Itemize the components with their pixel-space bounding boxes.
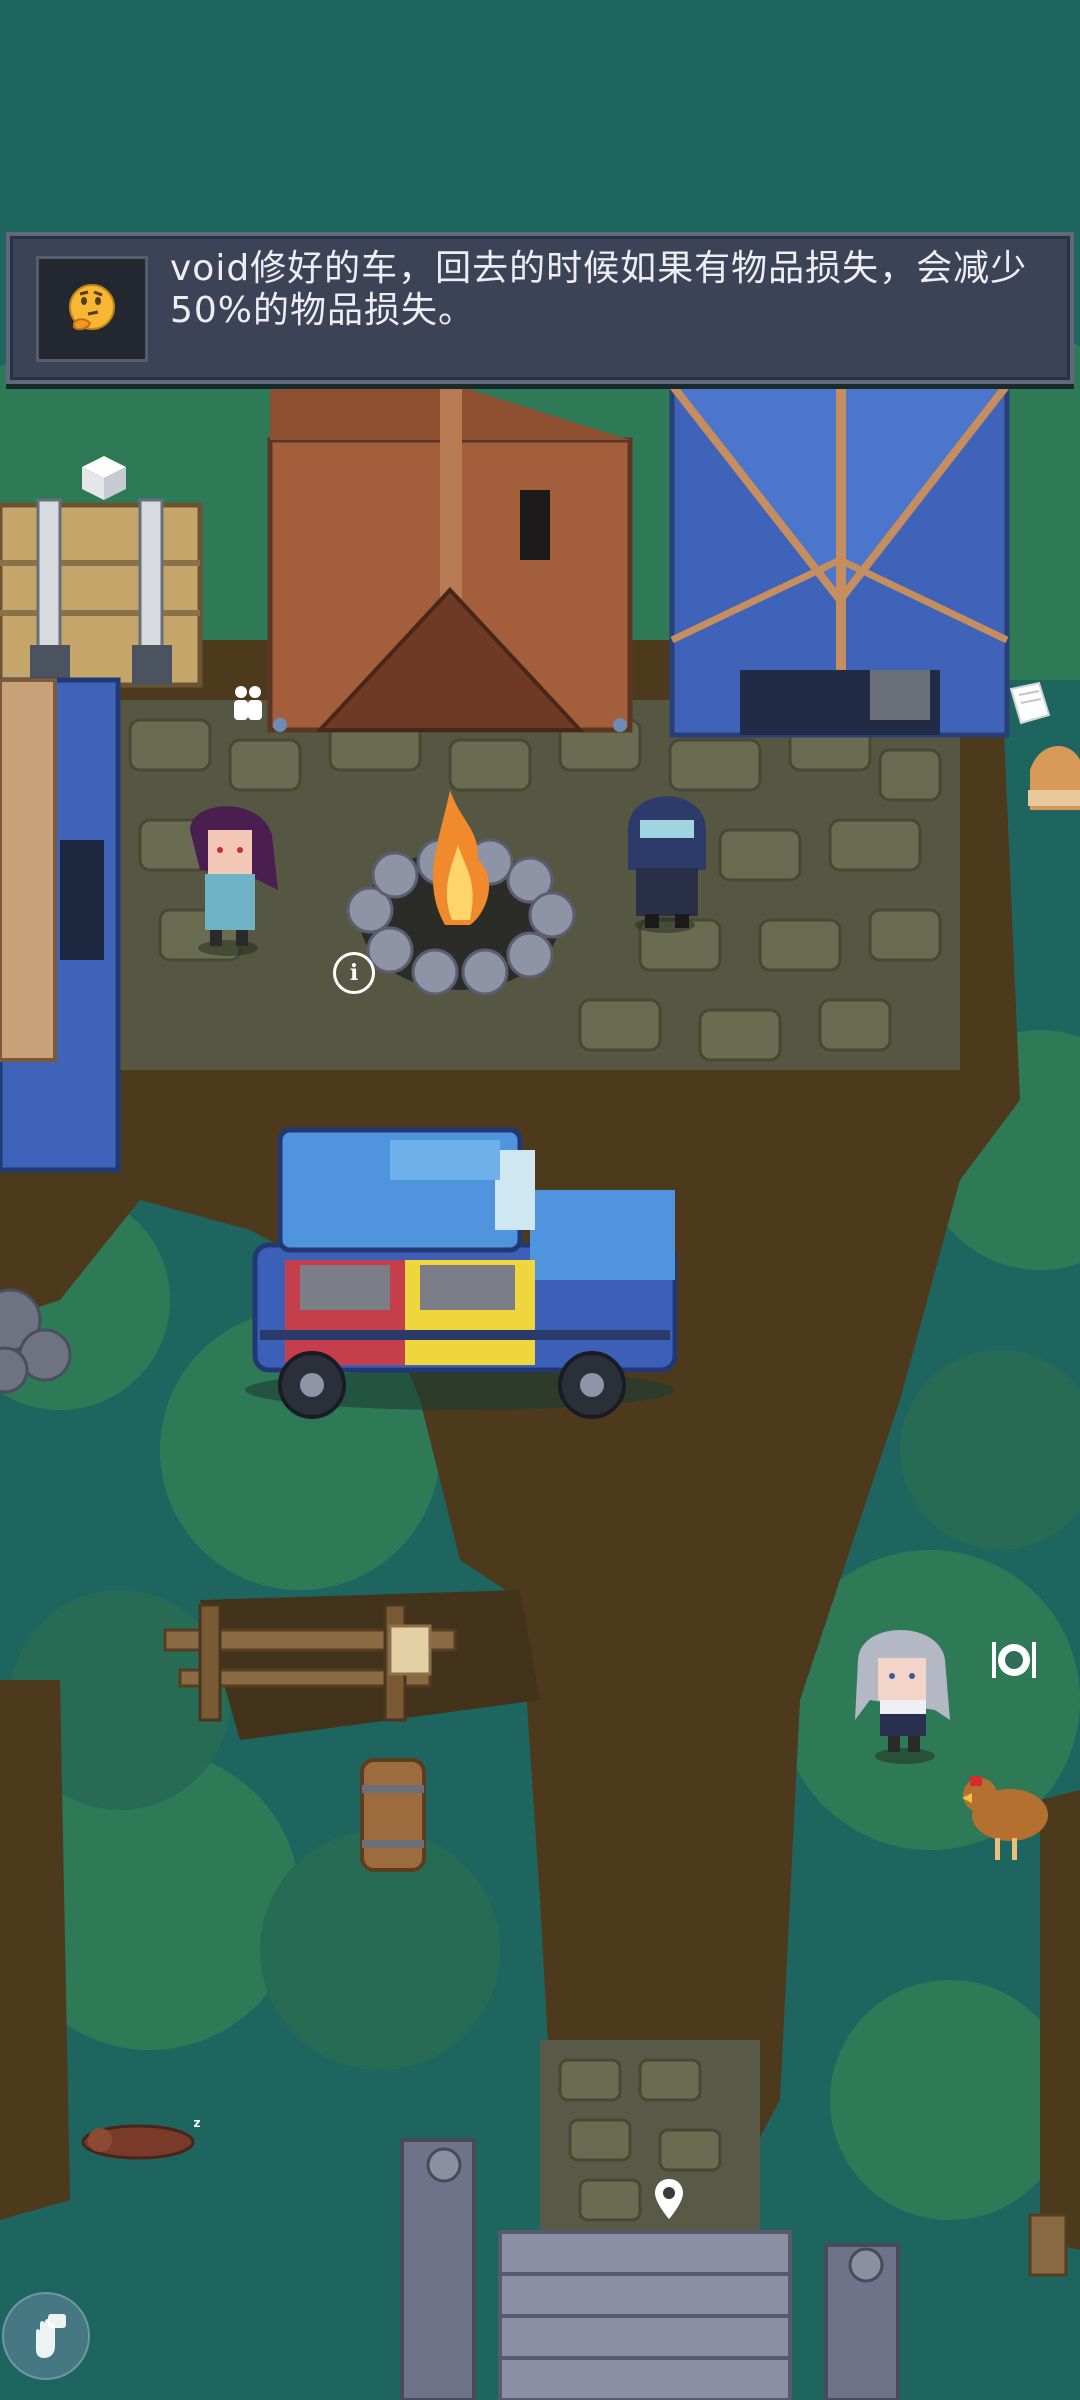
storage-cube-glyph bbox=[82, 456, 126, 500]
map-pin-icon[interactable] bbox=[652, 2176, 686, 2222]
sleep-icon: z bbox=[190, 2116, 204, 2130]
barrel bbox=[360, 1758, 426, 1872]
stone-stairs bbox=[498, 2230, 792, 2400]
gesture-lock-button[interactable] bbox=[2, 2292, 90, 2380]
thinking-face-icon bbox=[36, 256, 148, 362]
npc-people-icon[interactable] bbox=[228, 682, 268, 726]
gesture-lock-icon bbox=[36, 2314, 66, 2358]
plate-glyph bbox=[992, 1642, 1036, 1678]
book-glyph bbox=[1009, 681, 1051, 725]
game-viewport[interactable]: i z void修好的车，回去的时候如果有物品损失，会减少50%的物品损失。 bbox=[0, 0, 1080, 2400]
people-glyph bbox=[234, 686, 262, 720]
sleeping-creature bbox=[81, 2124, 195, 2160]
brown-tent bbox=[267, 380, 633, 733]
blue-trailer bbox=[0, 677, 121, 1173]
pin-glyph bbox=[655, 2179, 683, 2219]
sleep-glyph: z bbox=[193, 2116, 201, 2130]
blue-tent bbox=[668, 382, 1011, 738]
tree-stump bbox=[1028, 2213, 1068, 2277]
dialogue-box[interactable]: void修好的车，回去的时候如果有物品损失，会减少50%的物品损失。 bbox=[6, 232, 1074, 384]
info-glyph: i bbox=[349, 960, 359, 986]
thinking-face-glyph bbox=[69, 284, 115, 331]
supply-crate bbox=[0, 498, 203, 688]
book-icon[interactable] bbox=[1004, 678, 1056, 730]
food-plate-icon[interactable] bbox=[988, 1636, 1040, 1684]
info-icon[interactable]: i bbox=[333, 952, 375, 994]
storage-cube-icon[interactable] bbox=[76, 450, 132, 506]
npc-hooded-figure bbox=[628, 796, 706, 933]
dialogue-text: void修好的车，回去的时候如果有物品损失，会减少50%的物品损失。 bbox=[170, 248, 1028, 331]
